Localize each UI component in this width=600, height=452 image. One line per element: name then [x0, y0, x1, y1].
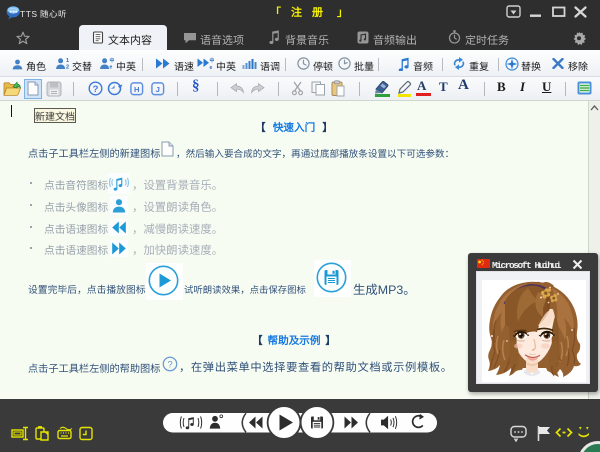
svg-text:e: e	[110, 64, 113, 71]
svg-text:H: H	[134, 84, 140, 95]
svg-text:?: ?	[167, 357, 172, 371]
svg-text:e: e	[210, 64, 213, 70]
svg-text:?: ?	[93, 81, 99, 95]
svg-text:J: J	[156, 84, 160, 95]
svg-text:2: 2	[66, 63, 69, 71]
